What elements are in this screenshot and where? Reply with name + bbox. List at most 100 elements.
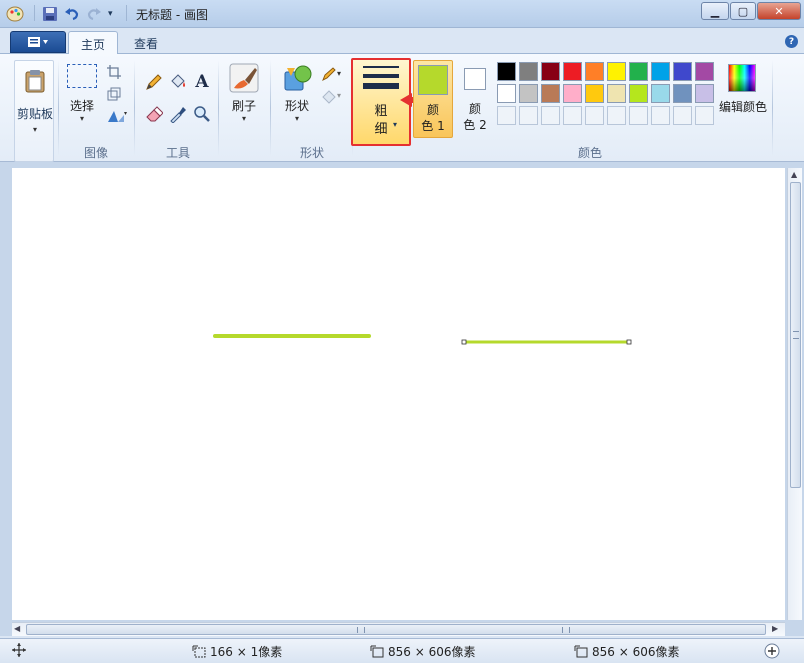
horizontal-scrollbar[interactable]: ◀ ▶ bbox=[12, 622, 785, 636]
palette-swatch[interactable] bbox=[629, 62, 648, 81]
palette-swatch[interactable] bbox=[695, 62, 714, 81]
select-icon bbox=[67, 64, 97, 88]
grip-icon bbox=[357, 627, 365, 633]
rotate-icon[interactable]: ▾ bbox=[104, 106, 130, 126]
palette-swatch[interactable] bbox=[585, 62, 604, 81]
clipboard-label: 剪贴板 bbox=[16, 107, 53, 121]
edit-colors-label: 编辑颜色 bbox=[718, 100, 767, 114]
maximize-button[interactable]: ▢ bbox=[730, 2, 756, 20]
color-1-button[interactable]: 颜 色 1 bbox=[413, 60, 453, 138]
canvas-size-text: 856 × 606像素 bbox=[388, 645, 476, 659]
scroll-left-icon[interactable]: ◀ bbox=[14, 624, 20, 633]
grip-icon bbox=[793, 331, 799, 339]
line-size-icon bbox=[363, 66, 399, 89]
color-2-button[interactable]: 颜 色 2 bbox=[456, 60, 494, 138]
pencil-icon[interactable] bbox=[144, 72, 164, 92]
shapes-button[interactable]: 形状 ▾ bbox=[278, 62, 316, 124]
tab-view[interactable]: 查看 bbox=[122, 31, 170, 55]
qa-separator bbox=[34, 5, 35, 21]
palette-custom-swatch[interactable] bbox=[695, 106, 714, 125]
palette-swatch[interactable] bbox=[519, 84, 538, 103]
minimize-button[interactable]: ▁ bbox=[701, 2, 729, 20]
palette-swatch[interactable] bbox=[673, 84, 692, 103]
close-button[interactable]: ✕ bbox=[757, 2, 801, 20]
palette-swatch[interactable] bbox=[541, 62, 560, 81]
paint-menu-button[interactable] bbox=[10, 31, 66, 53]
palette-swatch[interactable] bbox=[651, 62, 670, 81]
palette-swatch[interactable] bbox=[563, 62, 582, 81]
palette-swatch[interactable] bbox=[607, 62, 626, 81]
palette-swatch[interactable] bbox=[497, 62, 516, 81]
text-tool-icon[interactable]: A bbox=[192, 72, 212, 92]
palette-swatch[interactable] bbox=[497, 84, 516, 103]
palette-custom-swatch[interactable] bbox=[673, 106, 692, 125]
crop-icon[interactable] bbox=[104, 62, 124, 82]
palette-swatch[interactable] bbox=[695, 84, 714, 103]
select-button[interactable]: 选择 ▾ bbox=[64, 64, 100, 124]
palette-swatch[interactable] bbox=[607, 84, 626, 103]
palette-swatch[interactable] bbox=[651, 84, 670, 103]
minimize-icon: ▁ bbox=[710, 4, 720, 18]
vertical-scroll-thumb[interactable] bbox=[790, 182, 801, 488]
palette-custom-swatch[interactable] bbox=[519, 106, 538, 125]
maximize-icon: ▢ bbox=[737, 4, 749, 18]
cursor-position-icon bbox=[12, 643, 26, 657]
image-size-icon bbox=[574, 645, 588, 657]
shapes-dropdown-icon: ▾ bbox=[294, 114, 299, 123]
redo-icon[interactable] bbox=[86, 5, 104, 23]
selection-handle[interactable] bbox=[461, 339, 467, 345]
brushes-dropdown-icon: ▾ bbox=[241, 114, 246, 123]
brushes-button[interactable]: 刷子 ▾ bbox=[224, 62, 264, 124]
palette-swatch[interactable] bbox=[585, 84, 604, 103]
palette-custom-swatch[interactable] bbox=[497, 106, 516, 125]
image-size-text: 856 × 606像素 bbox=[592, 645, 680, 659]
palette-swatch[interactable] bbox=[629, 84, 648, 103]
color-2-label-line2: 色 2 bbox=[463, 118, 487, 132]
edit-colors-button[interactable]: 编辑颜色 bbox=[718, 62, 768, 122]
save-icon[interactable] bbox=[42, 5, 60, 23]
size-dropdown-icon: ▾ bbox=[393, 120, 398, 129]
palette-custom-swatch[interactable] bbox=[541, 106, 560, 125]
vertical-scrollbar[interactable]: ▲ bbox=[787, 168, 802, 620]
zoom-in-icon[interactable] bbox=[764, 643, 780, 659]
qa-separator bbox=[126, 5, 127, 21]
edit-colors-icon bbox=[728, 64, 756, 92]
palette-custom-swatch[interactable] bbox=[585, 106, 604, 125]
colors-group-label: 颜色 bbox=[577, 146, 602, 160]
clipboard-button[interactable]: 剪贴板 ▾ bbox=[14, 60, 54, 162]
palette-swatch[interactable] bbox=[519, 62, 538, 81]
paint-app-icon[interactable] bbox=[6, 5, 24, 23]
horizontal-scroll-thumb[interactable] bbox=[26, 624, 766, 635]
resize-icon[interactable] bbox=[104, 84, 124, 104]
group-separator bbox=[134, 60, 135, 156]
grip-icon bbox=[562, 627, 570, 633]
palette-custom-swatch[interactable] bbox=[607, 106, 626, 125]
color-1-label-line1: 颜 bbox=[426, 103, 439, 117]
palette-custom-swatch[interactable] bbox=[563, 106, 582, 125]
scroll-up-icon[interactable]: ▲ bbox=[791, 170, 797, 179]
clipboard-dropdown-icon: ▾ bbox=[32, 125, 37, 134]
fill-icon[interactable]: ▾ bbox=[320, 86, 346, 106]
palette-swatch[interactable] bbox=[541, 84, 560, 103]
shapes-label: 形状 bbox=[284, 99, 309, 113]
customize-qa-dropdown-icon[interactable]: ▾ bbox=[108, 5, 120, 23]
selection-handle[interactable] bbox=[626, 339, 632, 345]
palette-swatch[interactable] bbox=[563, 84, 582, 103]
undo-icon[interactable] bbox=[64, 5, 82, 23]
ribbon-tab-row: 主页 查看 ? bbox=[0, 28, 804, 55]
clipboard-icon bbox=[24, 69, 46, 96]
magnifier-icon[interactable] bbox=[192, 104, 212, 124]
brush-icon bbox=[228, 62, 260, 94]
fill-bucket-icon[interactable] bbox=[168, 72, 188, 92]
drawing-canvas[interactable] bbox=[12, 168, 785, 620]
palette-custom-swatch[interactable] bbox=[651, 106, 670, 125]
palette-custom-swatch[interactable] bbox=[629, 106, 648, 125]
outline-icon[interactable]: ▾ bbox=[320, 64, 346, 84]
canvas-size-indicator: 856 × 606像素 bbox=[370, 643, 476, 660]
palette-swatch[interactable] bbox=[673, 62, 692, 81]
tab-home[interactable]: 主页 bbox=[68, 31, 119, 55]
eraser-icon[interactable] bbox=[144, 104, 164, 124]
color-picker-icon[interactable] bbox=[168, 104, 188, 124]
scroll-right-icon[interactable]: ▶ bbox=[772, 624, 778, 633]
help-icon[interactable]: ? bbox=[785, 35, 798, 48]
